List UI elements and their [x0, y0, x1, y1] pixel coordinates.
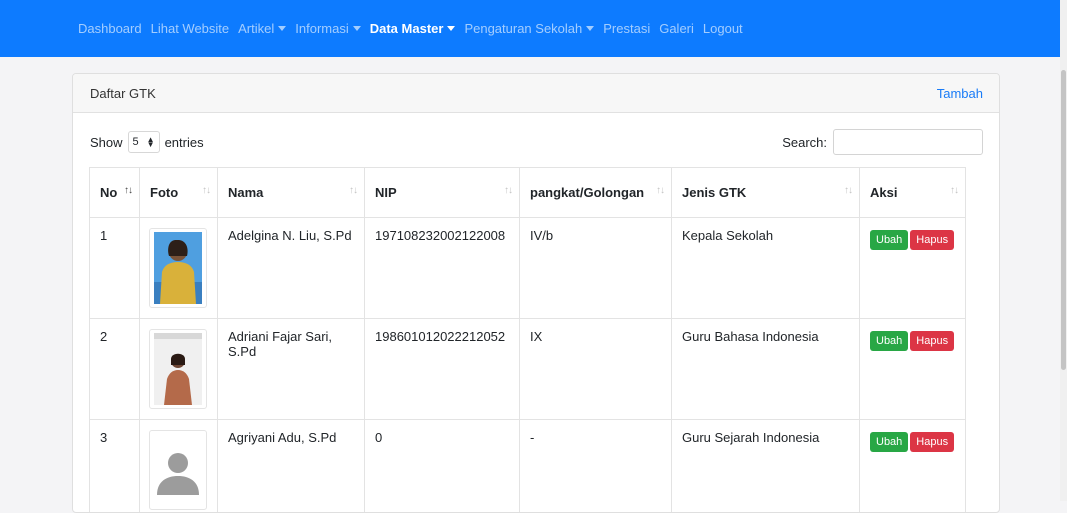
nav-item-galeri[interactable]: Galeri: [659, 21, 694, 36]
cell-name: Adelgina N. Liu, S.Pd: [218, 218, 365, 319]
gtk-card: Daftar GTK Tambah Show 5 ▲▼ entries Sear…: [72, 73, 1000, 513]
caret-down-icon: [353, 26, 361, 31]
table-body: 1 Adelgina N. Liu, S.Pd197108232002122008…: [90, 218, 966, 513]
edit-button[interactable]: Ubah: [870, 331, 908, 351]
cell-jenis: Kepala Sekolah: [672, 218, 860, 319]
nav-item-label: Dashboard: [78, 21, 142, 36]
column-header[interactable]: pangkat/Golongan ↑↓: [520, 168, 672, 218]
nav-item-prestasi[interactable]: Prestasi: [603, 21, 650, 36]
nav-item-label: Prestasi: [603, 21, 650, 36]
table-header-row: No↑↓Foto↑↓Nama↑↓NIP↑↓pangkat/Golongan↑↓J…: [90, 168, 966, 218]
nav-item-label: Informasi: [295, 21, 348, 36]
column-header-label: Jenis GTK: [682, 185, 746, 200]
column-header[interactable]: Aksi ↑↓: [860, 168, 966, 218]
caret-down-icon: [447, 26, 455, 31]
photo-cell: [140, 319, 218, 420]
row-number: 1: [90, 218, 140, 319]
actions-cell: UbahHapus: [860, 420, 966, 513]
column-header-label: pangkat/Golongan: [530, 185, 644, 200]
sort-arrows-icon: ↑↓: [950, 185, 958, 196]
actions-cell: UbahHapus: [860, 218, 966, 319]
sort-arrows-icon: ↑↓: [349, 185, 357, 196]
sort-arrows-icon: ↑↓: [844, 185, 852, 196]
nav-item-label: Pengaturan Sekolah: [464, 21, 582, 36]
cell-nip: 197108232002122008: [365, 218, 520, 319]
page-scrollbar[interactable]: [1060, 0, 1067, 501]
card-title: Daftar GTK: [90, 86, 156, 101]
delete-button[interactable]: Hapus: [910, 331, 954, 351]
column-header[interactable]: NIP ↑↓: [365, 168, 520, 218]
nav-item-pengaturan-sekolah[interactable]: Pengaturan Sekolah: [464, 21, 594, 36]
edit-button[interactable]: Ubah: [870, 230, 908, 250]
sort-arrows-icon: ↑↓: [504, 185, 512, 196]
search-label: Search:: [782, 135, 827, 150]
nav-item-label: Lihat Website: [151, 21, 230, 36]
column-header-label: Aksi: [870, 185, 897, 200]
cell-jenis: Guru Sejarah Indonesia: [672, 420, 860, 513]
show-label: Show: [90, 135, 123, 150]
entries-length: Show 5 ▲▼ entries: [90, 131, 204, 153]
sort-arrows-icon: ↑↓: [656, 185, 664, 196]
table-controls: Show 5 ▲▼ entries Search:: [90, 128, 983, 156]
table-row: 2 Adriani Fajar Sari, S.Pd198601012022212…: [90, 319, 966, 420]
card-header: Daftar GTK Tambah: [73, 74, 999, 113]
avatar-placeholder-icon: [149, 430, 207, 510]
column-header-label: Foto: [150, 185, 178, 200]
cell-name: Adriani Fajar Sari, S.Pd: [218, 319, 365, 420]
cell-nip: 0: [365, 420, 520, 513]
top-navbar: Dashboard Lihat Website Artikel Informasi Da…: [0, 0, 1067, 57]
nav-item-dashboard[interactable]: Dashboard: [78, 21, 142, 36]
nav-item-informasi[interactable]: Informasi: [295, 21, 360, 36]
row-number: 2: [90, 319, 140, 420]
photo-cell: [140, 218, 218, 319]
caret-down-icon: [278, 26, 286, 31]
nav-menu: Dashboard Lihat Website Artikel Informasi Da…: [78, 0, 752, 57]
search-area: Search:: [782, 129, 983, 155]
entries-select[interactable]: 5 ▲▼: [128, 131, 160, 153]
nav-item-artikel[interactable]: Artikel: [238, 21, 286, 36]
nav-item-label: Artikel: [238, 21, 274, 36]
row-number: 3: [90, 420, 140, 513]
nav-item-label: Logout: [703, 21, 743, 36]
column-header-label: No: [100, 185, 117, 200]
staff-photo: [149, 329, 207, 409]
gtk-table: No↑↓Foto↑↓Nama↑↓NIP↑↓pangkat/Golongan↑↓J…: [89, 167, 966, 513]
sort-arrows-icon: ↑↓: [202, 185, 210, 196]
column-header-label: Nama: [228, 185, 263, 200]
column-header[interactable]: Jenis GTK ↑↓: [672, 168, 860, 218]
nav-item-label: Galeri: [659, 21, 694, 36]
entries-label: entries: [165, 135, 204, 150]
column-header-label: NIP: [375, 185, 397, 200]
nav-item-lihat-website[interactable]: Lihat Website: [151, 21, 230, 36]
delete-button[interactable]: Hapus: [910, 230, 954, 250]
cell-jenis: Guru Bahasa Indonesia: [672, 319, 860, 420]
search-input[interactable]: [833, 129, 983, 155]
cell-name: Agriyani Adu, S.Pd: [218, 420, 365, 513]
edit-button[interactable]: Ubah: [870, 432, 908, 452]
column-header[interactable]: Foto ↑↓: [140, 168, 218, 218]
cell-pangkat: -: [520, 420, 672, 513]
staff-photo: [149, 228, 207, 308]
table-row: 3 Agriyani Adu, S.Pd0-Guru Sejarah Indone…: [90, 420, 966, 513]
add-link[interactable]: Tambah: [937, 86, 983, 101]
nav-item-label: Data Master: [370, 21, 444, 36]
actions-cell: UbahHapus: [860, 319, 966, 420]
table-row: 1 Adelgina N. Liu, S.Pd197108232002122008…: [90, 218, 966, 319]
column-header[interactable]: Nama ↑↓: [218, 168, 365, 218]
caret-down-icon: [586, 26, 594, 31]
photo-cell: [140, 420, 218, 513]
nav-item-logout[interactable]: Logout: [703, 21, 743, 36]
cell-nip: 198601012022212052: [365, 319, 520, 420]
column-header[interactable]: No ↑↓: [90, 168, 140, 218]
cell-pangkat: IV/b: [520, 218, 672, 319]
sort-arrows-icon: ↑↓: [124, 185, 132, 196]
cell-pangkat: IX: [520, 319, 672, 420]
scrollbar-thumb[interactable]: [1061, 70, 1066, 370]
updown-arrows-icon: ▲▼: [147, 137, 155, 147]
delete-button[interactable]: Hapus: [910, 432, 954, 452]
entries-select-value: 5: [133, 136, 139, 148]
nav-item-data-master[interactable]: Data Master: [370, 21, 456, 36]
